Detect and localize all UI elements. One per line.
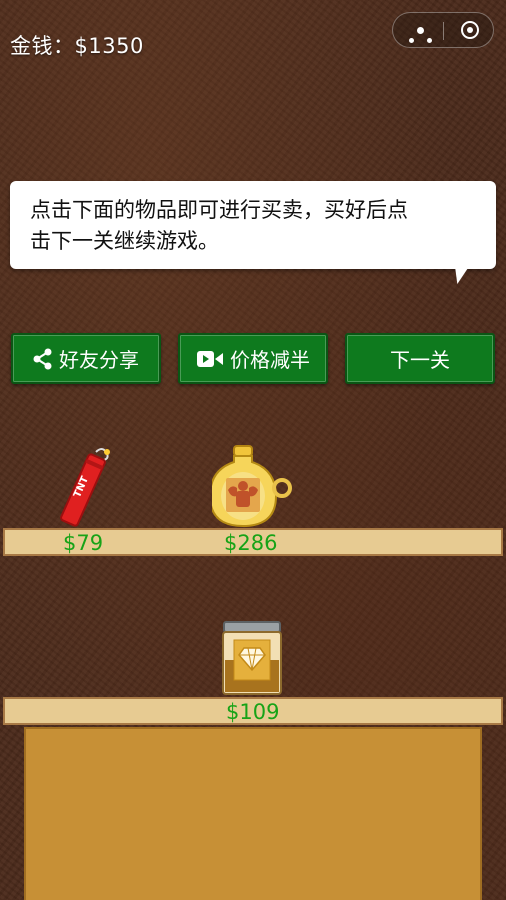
hint-text-line1: 点击下面的物品即可进行买卖，买好后点: [30, 198, 408, 222]
share-icon: [33, 348, 53, 370]
target-close-icon[interactable]: [461, 21, 479, 39]
shop-counter: [24, 727, 482, 900]
hint-text-line2: 击下一关继续游戏。: [30, 229, 219, 253]
share-button[interactable]: 好友分享: [11, 333, 161, 384]
half-price-button-label: 价格减半: [230, 348, 310, 372]
tnt-dynamite-icon: TNT: [60, 448, 110, 527]
tnt-price: $79: [63, 531, 104, 555]
hint-dialog: 点击下面的物品即可进行买卖，买好后点 击下一关继续游戏。: [10, 181, 496, 269]
next-level-button-label: 下一关: [390, 348, 450, 372]
next-level-button[interactable]: 下一关: [345, 333, 495, 384]
mini-program-capsule: [392, 12, 494, 48]
video-camera-icon: [196, 349, 224, 369]
tnt-item[interactable]: TNT: [50, 446, 116, 528]
share-button-label: 好友分享: [59, 348, 139, 372]
diamond-jar-item[interactable]: [220, 620, 284, 697]
muscle-potion-icon: [208, 445, 292, 528]
muscle-potion-item[interactable]: [208, 444, 294, 528]
capsule-divider: [443, 22, 444, 40]
more-dots-icon[interactable]: [409, 27, 435, 47]
half-price-button[interactable]: 价格减半: [178, 333, 328, 384]
diamond-jar-price: $109: [226, 700, 280, 724]
money-label: 金钱：$1350: [10, 34, 144, 58]
muscle-potion-price: $286: [224, 531, 278, 555]
diamond-jar-icon: [222, 621, 282, 695]
